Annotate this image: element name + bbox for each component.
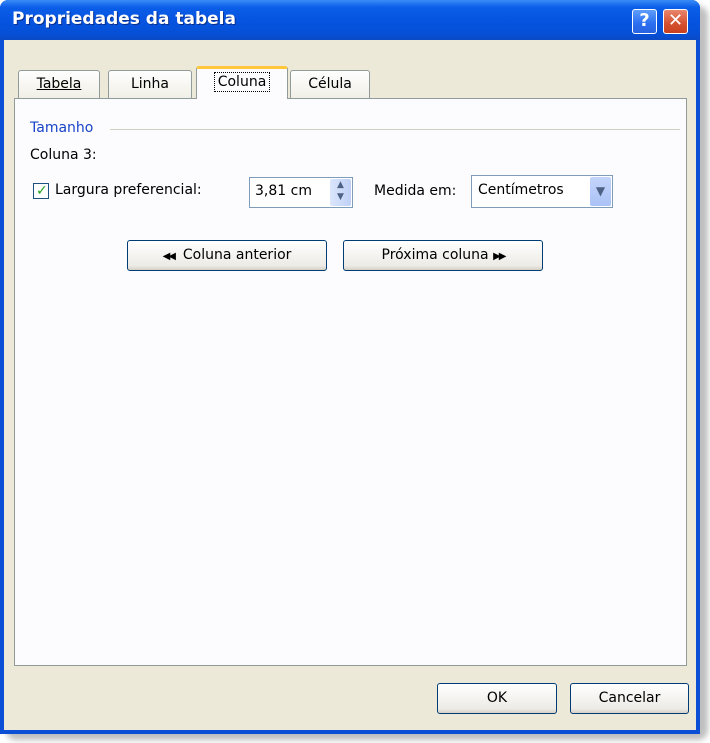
measure-dropdown[interactable]: Centímetros ▼ — [471, 175, 613, 208]
preferred-width-spinner[interactable]: 3,81 cm ▲ ▼ — [249, 177, 353, 208]
preferred-width-value[interactable]: 3,81 cm — [255, 183, 312, 199]
double-arrow-left-icon: ◀◀ — [162, 251, 176, 262]
dialog-client-area: Tabela Linha Coluna Célula Tamanho Colun… — [4, 40, 696, 730]
close-icon[interactable]: ✕ — [663, 9, 688, 34]
title-bar[interactable]: Propriedades da tabela ? ✕ — [0, 0, 700, 40]
measure-label: Medida em: — [374, 183, 457, 199]
tab-label: Coluna — [213, 72, 271, 92]
spinner-buttons[interactable]: ▲ ▼ — [330, 179, 351, 206]
spin-down-icon[interactable]: ▼ — [330, 191, 351, 203]
checkmark-icon: ✓ — [36, 183, 48, 199]
tab-linha[interactable]: Linha — [108, 70, 192, 99]
double-arrow-right-icon: ▶▶ — [493, 251, 506, 262]
cancel-button[interactable]: Cancelar — [570, 683, 689, 714]
tab-label: Célula — [308, 76, 352, 92]
tab-celula[interactable]: Célula — [290, 70, 370, 99]
previous-column-button[interactable]: ◀◀ Coluna anterior — [127, 240, 327, 271]
chevron-down-icon[interactable]: ▼ — [590, 177, 611, 206]
dialog-window: Propriedades da tabela ? ✕ Tabela Linha … — [0, 0, 700, 734]
preferred-width-checkbox[interactable]: ✓ — [33, 183, 49, 199]
next-column-button[interactable]: Próxima coluna ▶▶ — [343, 240, 543, 271]
window-title: Propriedades da tabela — [12, 9, 236, 29]
group-label-tamanho: Tamanho — [30, 120, 94, 136]
ok-button[interactable]: OK — [437, 683, 557, 714]
column-label: Coluna 3: — [30, 147, 97, 163]
ok-label: OK — [486, 690, 508, 706]
previous-column-label: Coluna anterior — [182, 247, 292, 263]
tab-coluna[interactable]: Coluna — [196, 66, 288, 99]
cancel-label: Cancelar — [598, 690, 661, 706]
tab-tabela[interactable]: Tabela — [18, 70, 100, 99]
tab-label: Linha — [130, 76, 169, 92]
measure-selected-value: Centímetros — [478, 182, 564, 198]
spin-up-icon[interactable]: ▲ — [330, 179, 351, 191]
help-icon[interactable]: ? — [632, 9, 657, 34]
group-divider — [110, 129, 680, 130]
tab-panel-coluna: Tamanho Coluna 3: ✓ Largura preferencial… — [14, 98, 687, 666]
next-column-label: Próxima coluna — [381, 247, 489, 263]
preferred-width-label[interactable]: Largura preferencial: — [55, 182, 202, 198]
tab-label: Tabela — [36, 76, 82, 92]
